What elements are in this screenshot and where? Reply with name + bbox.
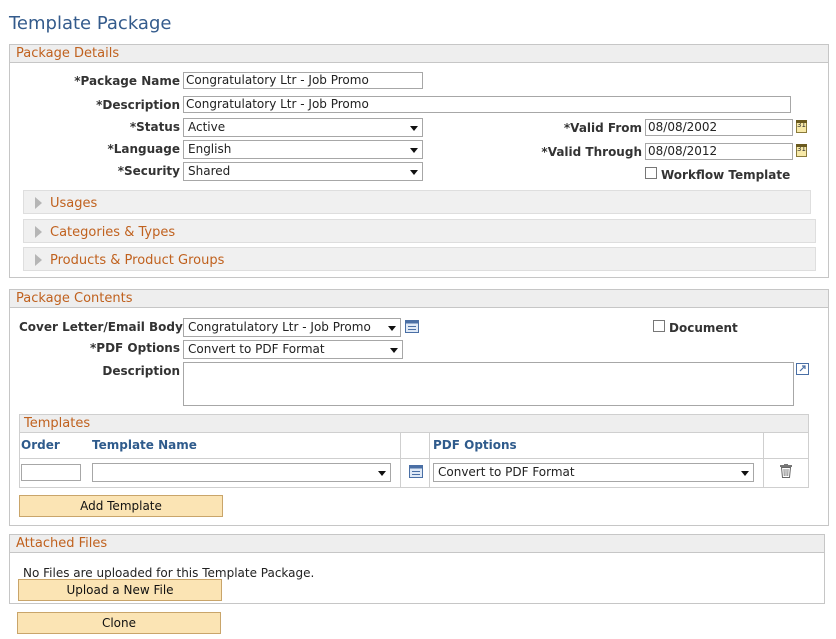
- cover-letter-select[interactable]: Congratulatory Ltr - Job Promo: [183, 318, 401, 337]
- trash-icon[interactable]: [780, 464, 792, 478]
- grid-divider: [763, 433, 764, 487]
- language-select[interactable]: English: [183, 140, 423, 159]
- chevron-down-icon: [378, 471, 386, 476]
- products-collapsible[interactable]: Products & Product Groups: [23, 247, 816, 271]
- no-files-message: No Files are uploaded for this Template …: [23, 566, 315, 580]
- chevron-down-icon: [741, 471, 749, 476]
- workflow-template-checkbox[interactable]: [645, 167, 657, 179]
- package-name-input[interactable]: Congratulatory Ltr - Job Promo: [183, 72, 423, 89]
- upload-file-button[interactable]: Upload a New File: [18, 579, 222, 601]
- calendar-icon[interactable]: 31: [796, 120, 807, 133]
- package-name-label: *Package Name: [74, 74, 180, 88]
- document-label: Document: [669, 321, 738, 335]
- workflow-template-label: Workflow Template: [661, 168, 791, 182]
- description-label: *Description: [96, 98, 180, 112]
- row-pdf-options-value: Convert to PDF Format: [438, 465, 575, 479]
- grid-divider: [400, 433, 401, 487]
- expand-arrow-icon: [35, 226, 42, 238]
- expand-icon[interactable]: [796, 363, 809, 375]
- grid-divider: [20, 458, 808, 459]
- contents-description-label: Description: [102, 364, 180, 378]
- valid-through-input[interactable]: 08/08/2012: [645, 143, 793, 160]
- valid-from-input[interactable]: 08/08/2002: [645, 119, 793, 136]
- categories-types-label: Categories & Types: [50, 225, 176, 240]
- template-name-select[interactable]: [92, 463, 391, 482]
- attached-files-heading: Attached Files: [10, 535, 824, 553]
- chevron-down-icon: [388, 326, 396, 331]
- chevron-down-icon: [410, 126, 418, 131]
- col-template-name-header[interactable]: Template Name: [92, 438, 197, 452]
- clone-button[interactable]: Clone: [17, 612, 221, 634]
- chevron-down-icon: [410, 148, 418, 153]
- order-input[interactable]: [21, 464, 81, 481]
- templates-heading: Templates: [20, 415, 808, 433]
- expand-arrow-icon: [35, 254, 42, 266]
- products-label: Products & Product Groups: [50, 253, 225, 268]
- status-label: *Status: [129, 120, 180, 134]
- contents-description-textarea[interactable]: [183, 362, 794, 406]
- grid-divider: [429, 433, 430, 487]
- status-select[interactable]: Active: [183, 118, 423, 137]
- security-value: Shared: [188, 164, 231, 178]
- chevron-down-icon: [390, 348, 398, 353]
- chevron-down-icon: [410, 170, 418, 175]
- pdf-options-label: *PDF Options: [90, 341, 180, 355]
- lookup-icon[interactable]: [409, 465, 423, 478]
- col-pdf-options-header[interactable]: PDF Options: [433, 438, 517, 452]
- page-title: Template Package: [9, 13, 172, 34]
- lookup-icon[interactable]: [405, 320, 419, 333]
- security-label: *Security: [117, 164, 180, 178]
- cover-letter-value: Congratulatory Ltr - Job Promo: [188, 320, 371, 334]
- language-value: English: [188, 142, 232, 156]
- description-input[interactable]: Congratulatory Ltr - Job Promo: [183, 96, 791, 113]
- language-label: *Language: [107, 142, 180, 156]
- expand-arrow-icon: [35, 197, 42, 209]
- valid-through-label: *Valid Through: [541, 145, 642, 159]
- package-details-heading: Package Details: [10, 45, 828, 63]
- document-checkbox[interactable]: [653, 320, 665, 332]
- package-contents-heading: Package Contents: [10, 290, 828, 308]
- categories-types-collapsible[interactable]: Categories & Types: [23, 219, 816, 243]
- cover-letter-label: Cover Letter/Email Body: [19, 320, 183, 334]
- col-order-header[interactable]: Order: [21, 438, 60, 452]
- calendar-icon[interactable]: 31: [796, 144, 807, 157]
- add-template-button[interactable]: Add Template: [19, 495, 223, 517]
- valid-from-label: *Valid From: [563, 121, 642, 135]
- security-select[interactable]: Shared: [183, 162, 423, 181]
- pdf-options-select[interactable]: Convert to PDF Format: [183, 340, 403, 359]
- row-pdf-options-select[interactable]: Convert to PDF Format: [433, 463, 754, 482]
- usages-collapsible[interactable]: Usages: [23, 190, 811, 214]
- pdf-options-value: Convert to PDF Format: [188, 342, 325, 356]
- status-value: Active: [188, 120, 226, 134]
- usages-label: Usages: [50, 196, 98, 211]
